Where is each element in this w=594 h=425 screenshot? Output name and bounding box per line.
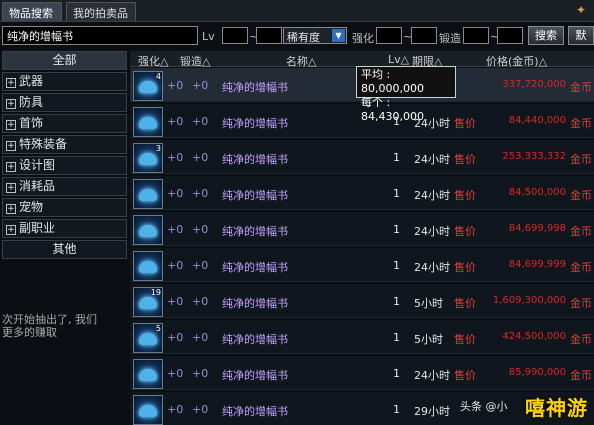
expand-icon[interactable]: + [6, 183, 16, 193]
item-slot[interactable]: 19 [133, 287, 163, 317]
lv-min-input[interactable] [222, 27, 248, 44]
item-slot[interactable] [133, 251, 163, 281]
cap-icon [139, 297, 157, 309]
table-header: 强化△ 锻造△ 名称△ Lv△ 期限△ 价格(金币)△ [130, 51, 594, 69]
category-blueprint[interactable]: + 设计图 [2, 156, 127, 175]
search-bar: 纯净的增幅书 Lv ~ 稀有度 ▼ 强化 ~ 锻造 ~ 搜索 默 [0, 24, 594, 48]
item-slot[interactable]: 5 [133, 323, 163, 353]
cap-icon [139, 81, 157, 93]
cap-icon [139, 333, 157, 345]
forge-max-input[interactable] [497, 27, 523, 44]
cap-icon [139, 261, 157, 273]
lv-label: Lv [202, 30, 215, 43]
category-other[interactable]: 其他 [2, 240, 127, 259]
expand-icon[interactable]: + [6, 99, 16, 109]
item-slot[interactable] [133, 107, 163, 137]
expand-icon[interactable]: + [6, 78, 16, 88]
table-row[interactable]: +0 +0 纯净的增幅书 1 24小时 售价 84,699,998 金币 [130, 212, 594, 246]
col-forge[interactable]: 锻造△ [180, 53, 210, 69]
brand-logo: 嘻神游 [525, 396, 588, 420]
cap-icon [139, 189, 157, 201]
table-row[interactable]: 5 +0 +0 纯净的增幅书 1 5小时 售价 424,500,000 金币 [130, 320, 594, 354]
item-name-input[interactable]: 纯净的增幅书 [2, 26, 198, 45]
enhance-min-input[interactable] [376, 27, 402, 44]
category-special[interactable]: + 特殊装备 [2, 135, 127, 154]
cap-icon [139, 117, 157, 129]
category-sidebar: 全部 + 武器 + 防具 + 首饰 + 特殊装备 + 设计图 + 消耗品 + 宠物 + 副职业 … [2, 51, 127, 425]
expand-icon[interactable]: + [6, 120, 16, 130]
rarity-value: 稀有度 [287, 31, 320, 44]
item-slot[interactable] [133, 179, 163, 209]
tab-bar: 物品搜索 我的拍卖品 ✦ [0, 0, 594, 22]
forge-label: 锻造 [439, 32, 461, 45]
side-note: 次开始抽出了, 我们 更多的赚取 [2, 313, 97, 339]
rarity-select[interactable]: 稀有度 ▼ [283, 27, 347, 44]
watermark-text: 头条 @小 [460, 400, 508, 413]
table-row[interactable]: +0 +0 纯净的增幅书 1 24小时 售价 85,990,000 金币 [130, 356, 594, 390]
search-button[interactable]: 搜索 [528, 26, 564, 45]
forge-min-input[interactable] [463, 27, 489, 44]
category-armor[interactable]: + 防具 [2, 93, 127, 112]
item-slot[interactable]: 3 [133, 143, 163, 173]
tab-my-auctions[interactable]: 我的拍卖品 [66, 2, 136, 21]
table-row[interactable]: 3 +0 +0 纯净的增幅书 1 24小时 售价 253,333,332 金币 [130, 140, 594, 174]
item-slot[interactable] [133, 215, 163, 245]
table-row[interactable]: +0 +0 纯净的增幅书 1 24小时 售价 84,699,999 金币 [130, 248, 594, 282]
expand-icon[interactable]: + [6, 141, 16, 151]
category-subjob[interactable]: + 副职业 [2, 219, 127, 238]
category-pet[interactable]: + 宠物 [2, 198, 127, 217]
pin-icon: ✦ [576, 3, 587, 17]
category-accessory[interactable]: + 首饰 [2, 114, 127, 133]
col-price[interactable]: 价格(金币)△ [486, 53, 547, 69]
price-tooltip: 平均 : 80,000,000 每个 : 84,430,000 [356, 66, 456, 123]
col-enhance[interactable]: 强化△ [138, 53, 168, 69]
item-slot[interactable] [133, 359, 163, 389]
cap-icon [139, 369, 157, 381]
table-row[interactable]: 19 +0 +0 纯净的增幅书 1 5小时 售价 1,609,300,000 金… [130, 284, 594, 318]
default-button[interactable]: 默 [568, 26, 594, 45]
item-slot[interactable]: 4 [133, 71, 163, 101]
col-lv[interactable]: Lv△ [388, 53, 409, 66]
category-all[interactable]: 全部 [2, 51, 127, 70]
expand-icon[interactable]: + [6, 225, 16, 235]
tab-item-search[interactable]: 物品搜索 [2, 2, 62, 21]
expand-icon[interactable]: + [6, 204, 16, 214]
cap-icon [139, 153, 157, 165]
col-name[interactable]: 名称△ [286, 53, 316, 69]
chevron-down-icon[interactable]: ▼ [332, 29, 345, 42]
category-weapon[interactable]: + 武器 [2, 72, 127, 91]
cap-icon [139, 405, 157, 417]
expand-icon[interactable]: + [6, 162, 16, 172]
table-row[interactable]: +0 +0 纯净的增幅书 1 24小时 售价 84,500,000 金币 [130, 176, 594, 210]
category-consumable[interactable]: + 消耗品 [2, 177, 127, 196]
cap-icon [139, 225, 157, 237]
enhance-label: 强化 [352, 32, 374, 45]
item-slot[interactable] [133, 395, 163, 425]
lv-max-input[interactable] [256, 27, 282, 44]
enhance-max-input[interactable] [411, 27, 437, 44]
